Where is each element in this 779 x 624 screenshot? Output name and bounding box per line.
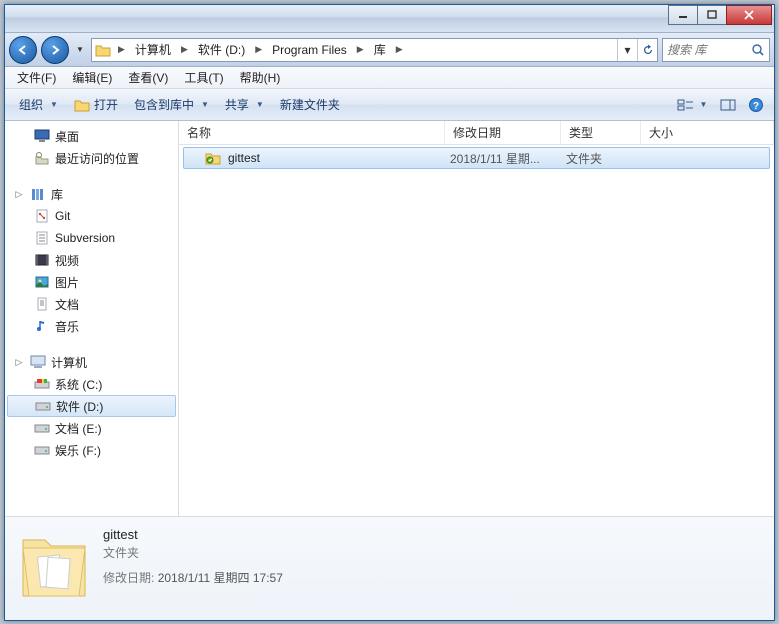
tree-drive-c[interactable]: 系统 (C:) <box>5 373 178 395</box>
chevron-right-icon[interactable]: ▶ <box>251 44 266 55</box>
music-icon <box>33 318 51 334</box>
desktop-icon <box>33 128 51 144</box>
folder-large-icon <box>17 525 91 605</box>
include-in-library-button[interactable]: 包含到库中▼ <box>126 93 217 117</box>
drive-icon <box>33 376 51 392</box>
crumb-program-files[interactable]: Program Files <box>266 39 353 61</box>
file-row[interactable]: gittest 2018/1/11 星期... 文件夹 <box>183 147 770 169</box>
nav-bar: ▼ ▶ 计算机 ▶ 软件 (D:) ▶ Program Files ▶ 库 ▶ … <box>5 33 774 67</box>
preview-pane-button[interactable] <box>716 94 740 116</box>
chevron-right-icon[interactable]: ▶ <box>353 44 368 55</box>
close-button[interactable] <box>726 5 772 25</box>
subversion-icon <box>33 230 51 246</box>
svg-text:?: ? <box>753 101 759 112</box>
content-area: 桌面 最近访问的位置 ▷ 库 Git <box>5 121 774 516</box>
menu-tools[interactable]: 工具(T) <box>176 67 231 88</box>
address-bar[interactable]: ▶ 计算机 ▶ 软件 (D:) ▶ Program Files ▶ 库 ▶ ▾ <box>91 38 658 62</box>
column-headers: 名称 修改日期 类型 大小 <box>179 121 774 145</box>
organize-button[interactable]: 组织▼ <box>11 93 66 117</box>
tree-recent[interactable]: 最近访问的位置 <box>5 147 178 169</box>
file-name: gittest <box>228 151 260 165</box>
open-folder-icon <box>74 98 90 112</box>
column-type[interactable]: 类型 <box>561 121 641 144</box>
search-input[interactable] <box>663 43 747 57</box>
share-button[interactable]: 共享▼ <box>217 93 272 117</box>
file-list: 名称 修改日期 类型 大小 gittest 2018/1/11 星期... 文件… <box>179 121 774 516</box>
forward-button[interactable] <box>41 36 69 64</box>
column-size[interactable]: 大小 <box>641 121 774 144</box>
refresh-button[interactable] <box>637 39 657 61</box>
maximize-button[interactable] <box>697 5 727 25</box>
title-bar <box>5 5 774 33</box>
chevron-right-icon[interactable]: ▶ <box>392 44 407 55</box>
documents-icon <box>33 296 51 312</box>
tree-drive-d[interactable]: 软件 (D:) <box>7 395 176 417</box>
menu-help[interactable]: 帮助(H) <box>232 67 289 88</box>
tree-lib-music[interactable]: 音乐 <box>5 315 178 337</box>
menu-file[interactable]: 文件(F) <box>9 67 64 88</box>
drive-icon <box>33 420 51 436</box>
tree-desktop[interactable]: 桌面 <box>5 125 178 147</box>
tree-lib-git[interactable]: Git <box>5 205 178 227</box>
explorer-window: ▼ ▶ 计算机 ▶ 软件 (D:) ▶ Program Files ▶ 库 ▶ … <box>4 4 775 621</box>
column-name[interactable]: 名称 <box>179 121 445 144</box>
computer-icon <box>29 354 47 370</box>
menu-view[interactable]: 查看(V) <box>120 67 176 88</box>
details-name: gittest <box>103 527 283 542</box>
crumb-drive-d[interactable]: 软件 (D:) <box>192 39 251 61</box>
help-button[interactable]: ? <box>744 94 768 116</box>
folder-icon <box>204 150 222 166</box>
search-box[interactable] <box>662 38 770 62</box>
pictures-icon <box>33 274 51 290</box>
folder-icon <box>92 43 114 57</box>
details-date: 修改日期: 2018/1/11 星期四 17:57 <box>103 569 283 586</box>
tree-drive-e[interactable]: 文档 (E:) <box>5 417 178 439</box>
file-date: 2018/1/11 星期... <box>442 150 558 167</box>
tree-lib-subversion[interactable]: Subversion <box>5 227 178 249</box>
collapse-icon[interactable]: ▷ <box>13 357 25 368</box>
tree-libraries[interactable]: ▷ 库 <box>5 183 178 205</box>
window-controls <box>669 5 772 25</box>
file-type: 文件夹 <box>558 150 638 167</box>
file-rows[interactable]: gittest 2018/1/11 星期... 文件夹 <box>179 145 774 516</box>
column-date[interactable]: 修改日期 <box>445 121 561 144</box>
search-icon[interactable] <box>747 43 769 57</box>
drive-icon <box>34 398 52 414</box>
tree-lib-videos[interactable]: 视频 <box>5 249 178 271</box>
video-icon <box>33 252 51 268</box>
drive-icon <box>33 442 51 458</box>
open-button[interactable]: 打开 <box>66 93 126 117</box>
command-bar: 组织▼ 打开 包含到库中▼ 共享▼ 新建文件夹 ▼ ? <box>5 89 774 121</box>
view-mode-button[interactable]: ▼ <box>672 94 712 116</box>
tree-lib-documents[interactable]: 文档 <box>5 293 178 315</box>
details-type: 文件夹 <box>103 544 283 561</box>
git-icon <box>33 208 51 224</box>
details-pane: gittest 文件夹 修改日期: 2018/1/11 星期四 17:57 <box>5 516 774 620</box>
tree-lib-pictures[interactable]: 图片 <box>5 271 178 293</box>
crumb-ku[interactable]: 库 <box>368 39 392 61</box>
new-folder-button[interactable]: 新建文件夹 <box>272 93 348 117</box>
back-button[interactable] <box>9 36 37 64</box>
libraries-icon <box>29 186 47 202</box>
collapse-icon[interactable]: ▷ <box>13 189 25 200</box>
minimize-button[interactable] <box>668 5 698 25</box>
tree-drive-f[interactable]: 娱乐 (F:) <box>5 439 178 461</box>
navigation-pane[interactable]: 桌面 最近访问的位置 ▷ 库 Git <box>5 121 179 516</box>
address-dropdown[interactable]: ▾ <box>617 39 637 61</box>
menu-edit[interactable]: 编辑(E) <box>64 67 120 88</box>
chevron-right-icon[interactable]: ▶ <box>177 44 192 55</box>
tree-computer[interactable]: ▷ 计算机 <box>5 351 178 373</box>
menu-bar: 文件(F) 编辑(E) 查看(V) 工具(T) 帮助(H) <box>5 67 774 89</box>
crumb-computer[interactable]: 计算机 <box>129 39 177 61</box>
chevron-right-icon[interactable]: ▶ <box>114 44 129 55</box>
nav-history-dropdown[interactable]: ▼ <box>73 38 87 62</box>
recent-icon <box>33 150 51 166</box>
